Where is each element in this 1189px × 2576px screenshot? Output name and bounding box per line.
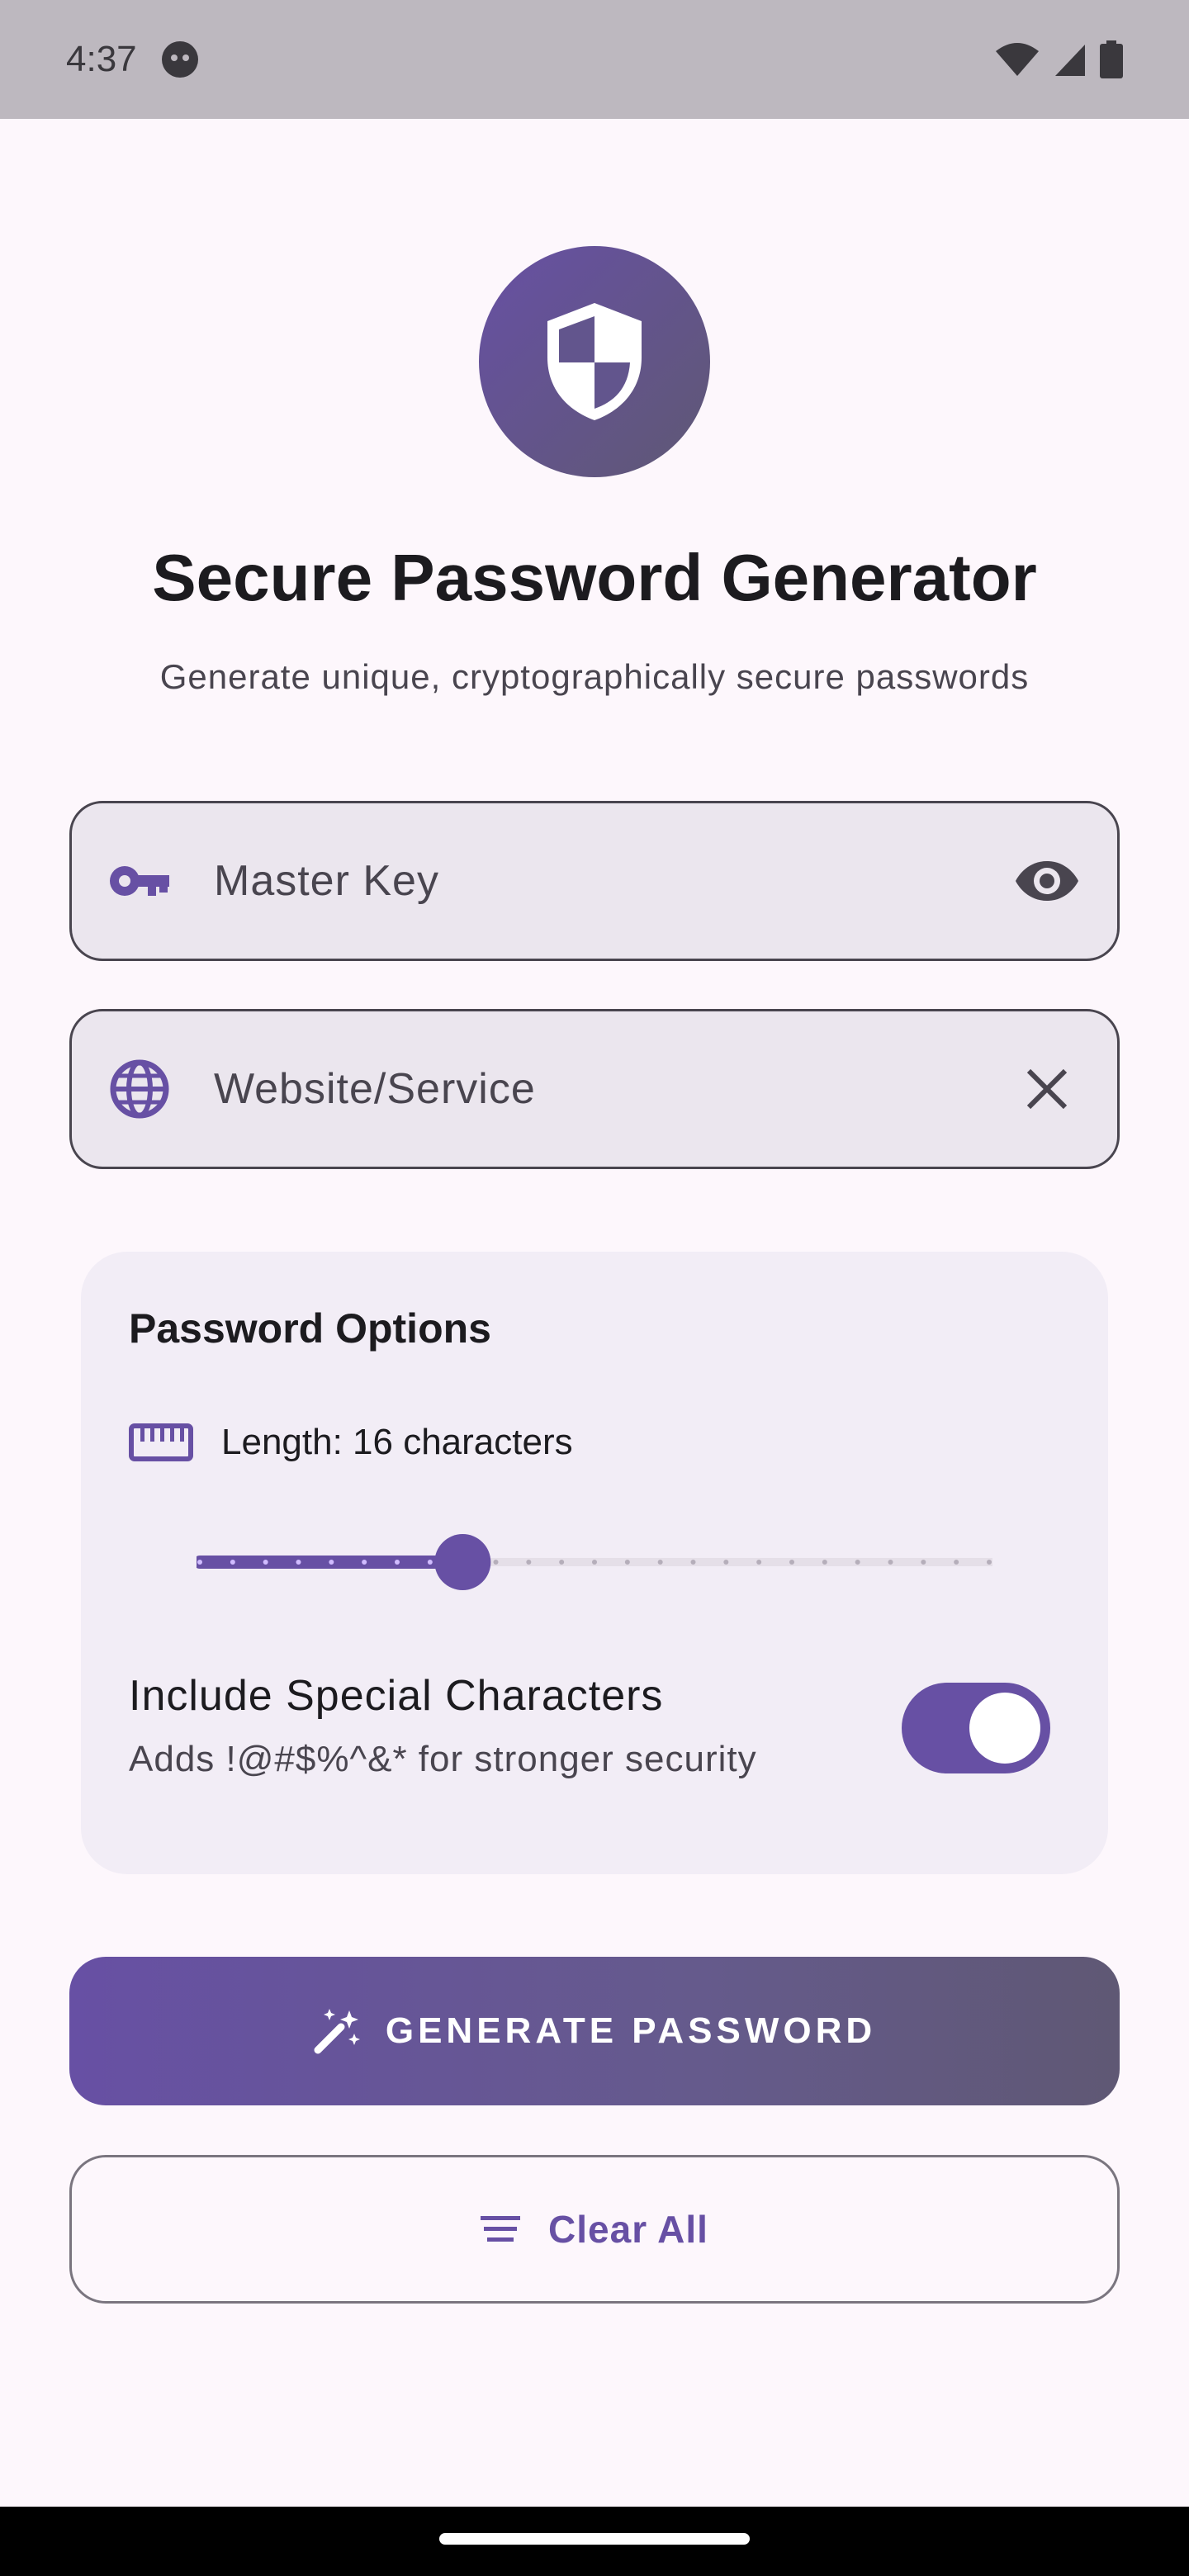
magic-wand-icon <box>313 2007 361 2055</box>
battery-icon <box>1100 40 1123 78</box>
generate-password-label: GENERATE PASSWORD <box>385 2010 877 2051</box>
length-slider[interactable] <box>197 1529 992 1595</box>
notification-icon <box>161 41 198 78</box>
key-icon <box>105 846 174 916</box>
status-time: 4:37 <box>66 39 137 79</box>
slider-tick <box>296 1560 301 1565</box>
website-field[interactable]: Website/Service <box>69 1009 1120 1169</box>
ruler-icon <box>129 1423 193 1461</box>
cellular-icon <box>1055 45 1085 76</box>
close-icon[interactable] <box>1010 1052 1084 1126</box>
slider-tick <box>723 1560 729 1565</box>
slider-tick <box>362 1560 367 1565</box>
slider-tick <box>526 1560 532 1565</box>
slider-tick <box>427 1560 433 1565</box>
special-chars-description: Adds !@#$%^&* for stronger security <box>129 1739 757 1779</box>
slider-tick <box>329 1560 334 1565</box>
clear-all-button[interactable]: Clear All <box>69 2155 1120 2304</box>
options-title: Password Options <box>129 1305 491 1352</box>
status-bar: 4:37 <box>0 0 1189 119</box>
eye-icon[interactable] <box>1010 844 1084 918</box>
slider-tick <box>690 1560 696 1565</box>
system-nav-bar <box>0 2507 1189 2576</box>
clear-all-label: Clear All <box>548 2208 708 2251</box>
slider-tick <box>657 1560 663 1565</box>
slider-tick <box>263 1560 268 1565</box>
clear-all-icon <box>481 2214 521 2244</box>
slider-tick <box>822 1560 827 1565</box>
slider-tick <box>197 1560 202 1565</box>
generate-password-button[interactable]: GENERATE PASSWORD <box>69 1957 1120 2105</box>
globe-icon <box>105 1054 174 1124</box>
switch-knob <box>969 1693 1040 1764</box>
app-logo <box>479 246 710 477</box>
special-chars-title: Include Special Characters <box>129 1672 664 1720</box>
slider-tick <box>954 1560 959 1565</box>
special-chars-switch[interactable] <box>902 1683 1050 1773</box>
slider-tick <box>592 1560 597 1565</box>
password-options-card: Password Options Length: 16 characters I… <box>81 1252 1108 1874</box>
slider-tick <box>230 1560 235 1565</box>
app-screen: Secure Password Generator Generate uniqu… <box>0 119 1189 2503</box>
status-icons <box>994 40 1123 78</box>
slider-tick <box>756 1560 762 1565</box>
home-handle[interactable] <box>439 2533 750 2545</box>
slider-tick <box>395 1560 400 1565</box>
page-subtitle: Generate unique, cryptographically secur… <box>159 657 1030 696</box>
wifi-icon <box>996 43 1039 76</box>
slider-tick <box>888 1560 893 1565</box>
slider-thumb[interactable] <box>434 1534 491 1590</box>
length-label: Length: 16 characters <box>221 1422 573 1462</box>
slider-tick <box>559 1560 565 1565</box>
slider-tick <box>624 1560 630 1565</box>
master-key-field[interactable]: Master Key <box>69 801 1120 961</box>
slider-tick <box>987 1560 992 1565</box>
shield-icon <box>547 303 642 420</box>
slider-tick <box>789 1560 794 1565</box>
website-placeholder: Website/Service <box>214 1065 536 1113</box>
length-row: Length: 16 characters <box>129 1422 573 1463</box>
slider-tick <box>493 1560 499 1565</box>
master-key-placeholder: Master Key <box>214 857 439 905</box>
page-title: Secure Password Generator <box>152 541 1037 614</box>
slider-tick <box>855 1560 860 1565</box>
slider-tick <box>921 1560 926 1565</box>
